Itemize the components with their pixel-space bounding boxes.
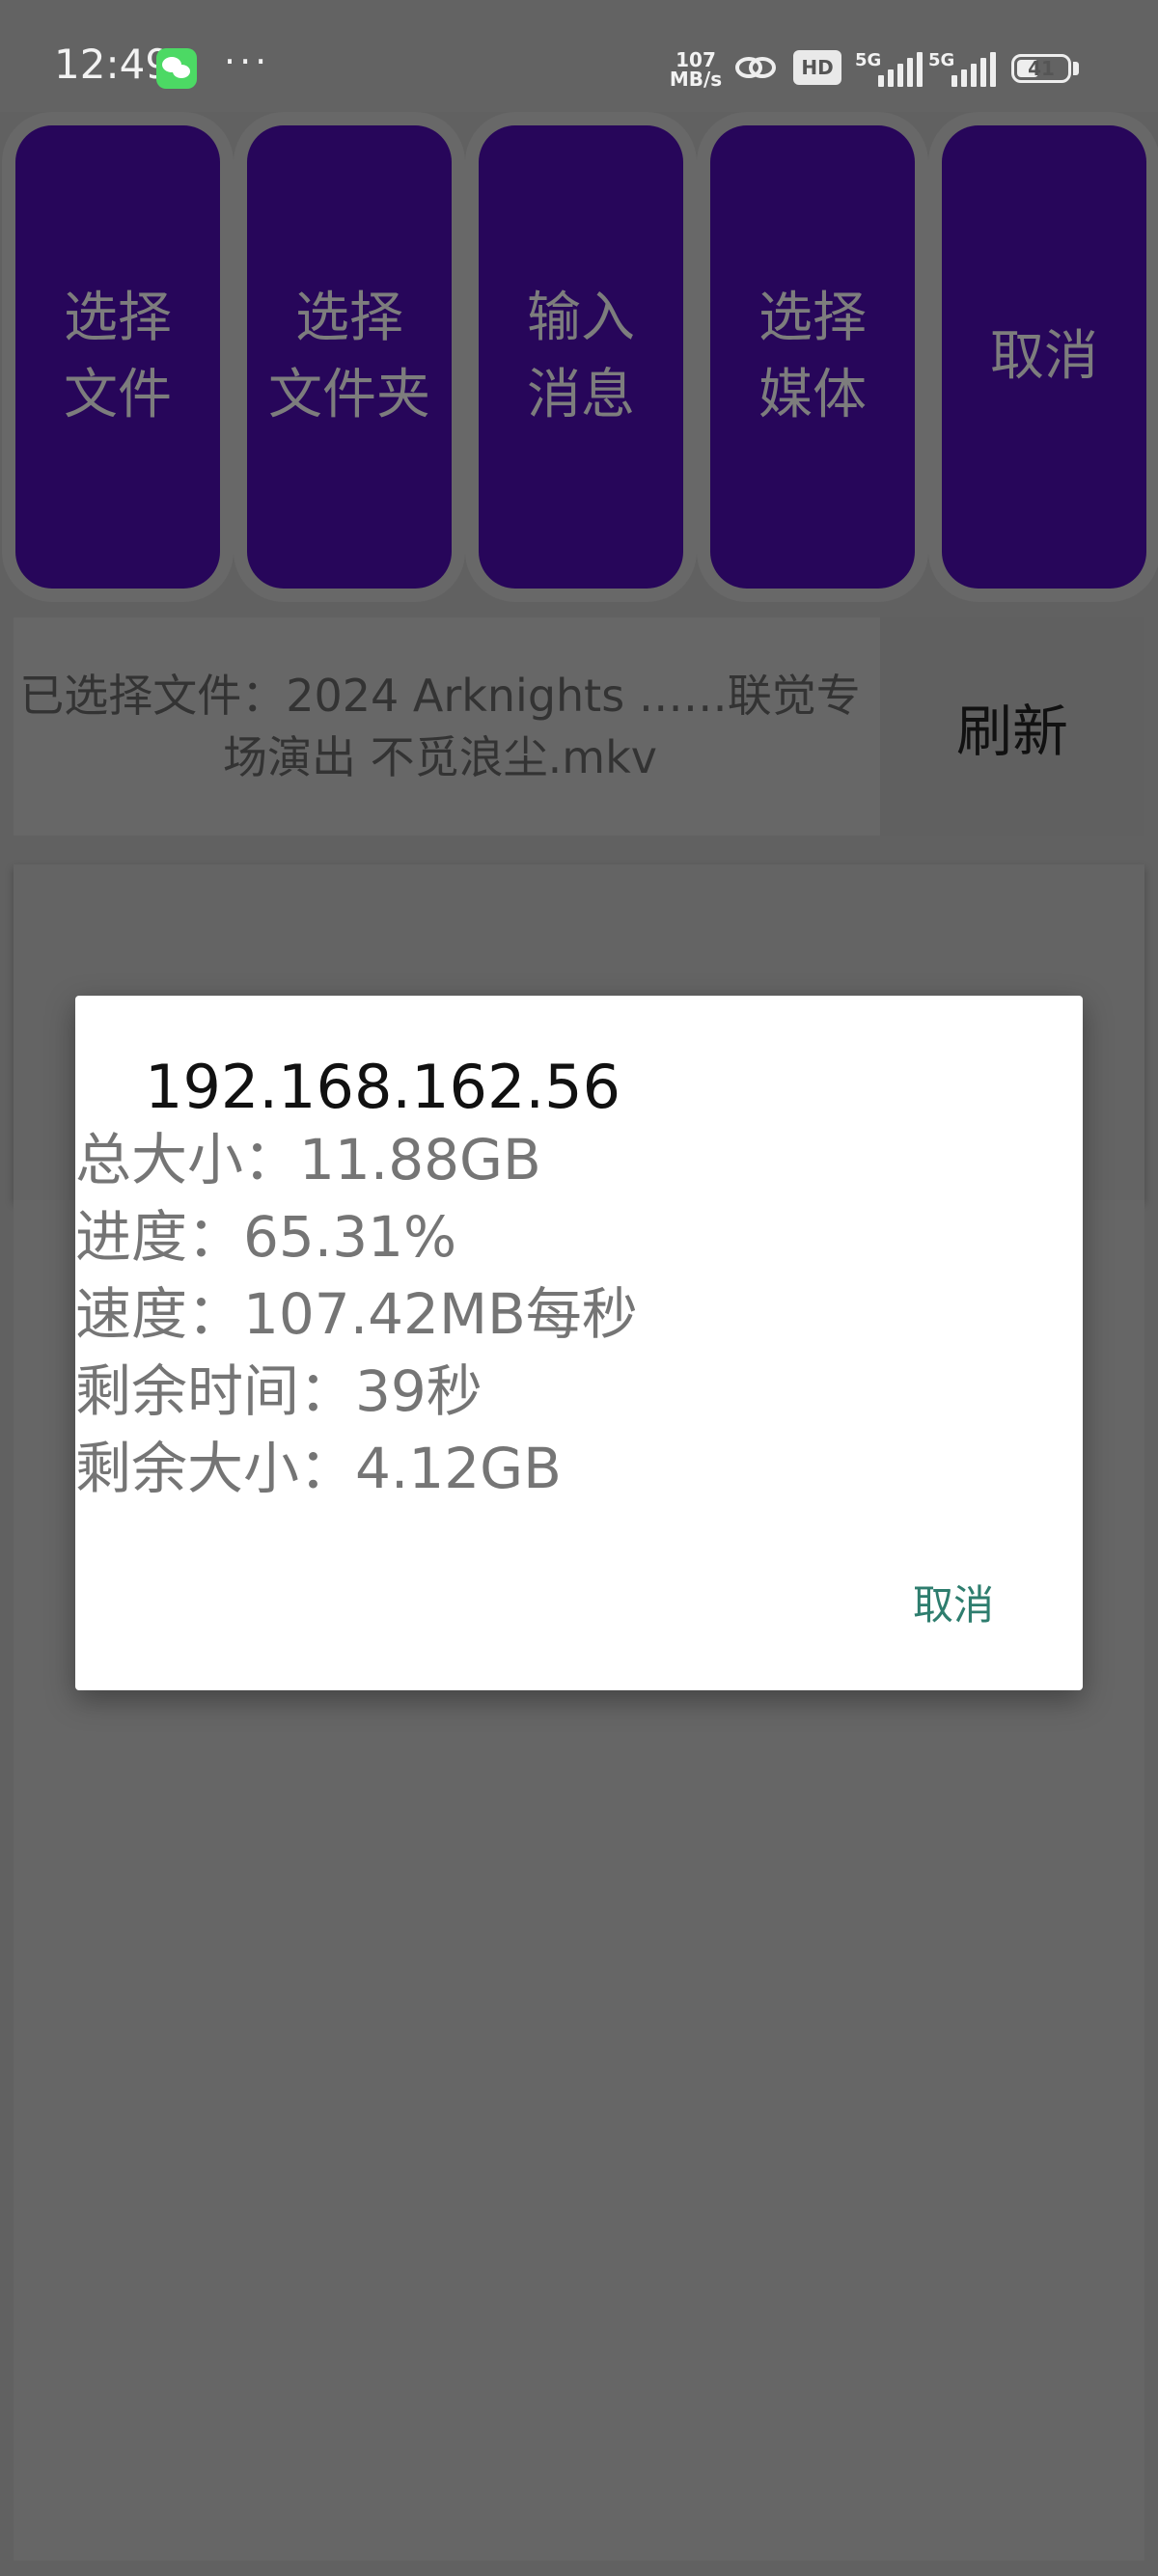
link-icon xyxy=(735,57,776,78)
dialog-cancel-button[interactable]: 取消 xyxy=(913,1573,994,1631)
network-speed-value: 107 xyxy=(676,48,716,71)
select-folder-label: 选择 文件夹 xyxy=(268,287,430,426)
action-button-row: 选择 文件 选择 文件夹 输入 消息 选择 媒体 取消 xyxy=(0,114,1158,602)
progress-text: 进度：65.31% xyxy=(75,1204,457,1270)
more-icon: ··· xyxy=(224,41,271,83)
network-speed-unit: MB/s xyxy=(669,68,723,91)
hd-icon: HD xyxy=(793,50,841,85)
wechat-icon xyxy=(156,48,197,89)
speed-text: 速度：107.42MB每秒 xyxy=(75,1281,638,1347)
select-folder-button[interactable]: 选择 文件夹 xyxy=(247,125,452,589)
cancel-label: 取消 xyxy=(990,325,1098,388)
battery-level-text: 41 xyxy=(1028,57,1055,80)
select-file-button[interactable]: 选择 文件 xyxy=(15,125,220,589)
network-speed: 107 MB/s xyxy=(668,50,724,89)
file-info-row: 已选择文件：2024 Arknights ……联觉专场演出 不觅浪尘.mkv 刷… xyxy=(14,617,1144,836)
input-message-label: 输入 消息 xyxy=(527,287,635,426)
signal-label: 5G xyxy=(855,50,882,70)
refresh-button[interactable]: 刷新 xyxy=(880,617,1144,836)
size-left-text: 剩余大小：4.12GB xyxy=(75,1436,562,1501)
dialog-body: 总大小：11.88GB 进度：65.31% 速度：107.42MB每秒 剩余时间… xyxy=(75,1121,638,1507)
input-message-button[interactable]: 输入 消息 xyxy=(479,125,683,589)
transfer-dialog: 192.168.162.56 总大小：11.88GB 进度：65.31% 速度：… xyxy=(75,996,1083,1690)
time-left-text: 剩余时间：39秒 xyxy=(75,1358,482,1424)
cancel-button[interactable]: 取消 xyxy=(942,125,1146,589)
selected-file-text: 已选择文件：2024 Arknights ……联觉专场演出 不觅浪尘.mkv xyxy=(14,617,880,836)
signal-label: 5G xyxy=(928,50,955,70)
total-size-text: 总大小：11.88GB xyxy=(75,1127,541,1192)
status-bar: 12:49 ··· 107 MB/s HD 5G 5G 41 xyxy=(0,0,1158,112)
selected-file-label: 已选择文件：2024 Arknights ……联觉专场演出 不觅浪尘.mkv xyxy=(19,670,861,783)
select-media-label: 选择 媒体 xyxy=(758,287,867,426)
status-time: 12:49 xyxy=(54,41,172,88)
select-file-label: 选择 文件 xyxy=(64,287,172,426)
battery-icon: 41 xyxy=(1011,54,1071,83)
select-media-button[interactable]: 选择 媒体 xyxy=(710,125,915,589)
dialog-title: 192.168.162.56 xyxy=(145,1052,621,1122)
